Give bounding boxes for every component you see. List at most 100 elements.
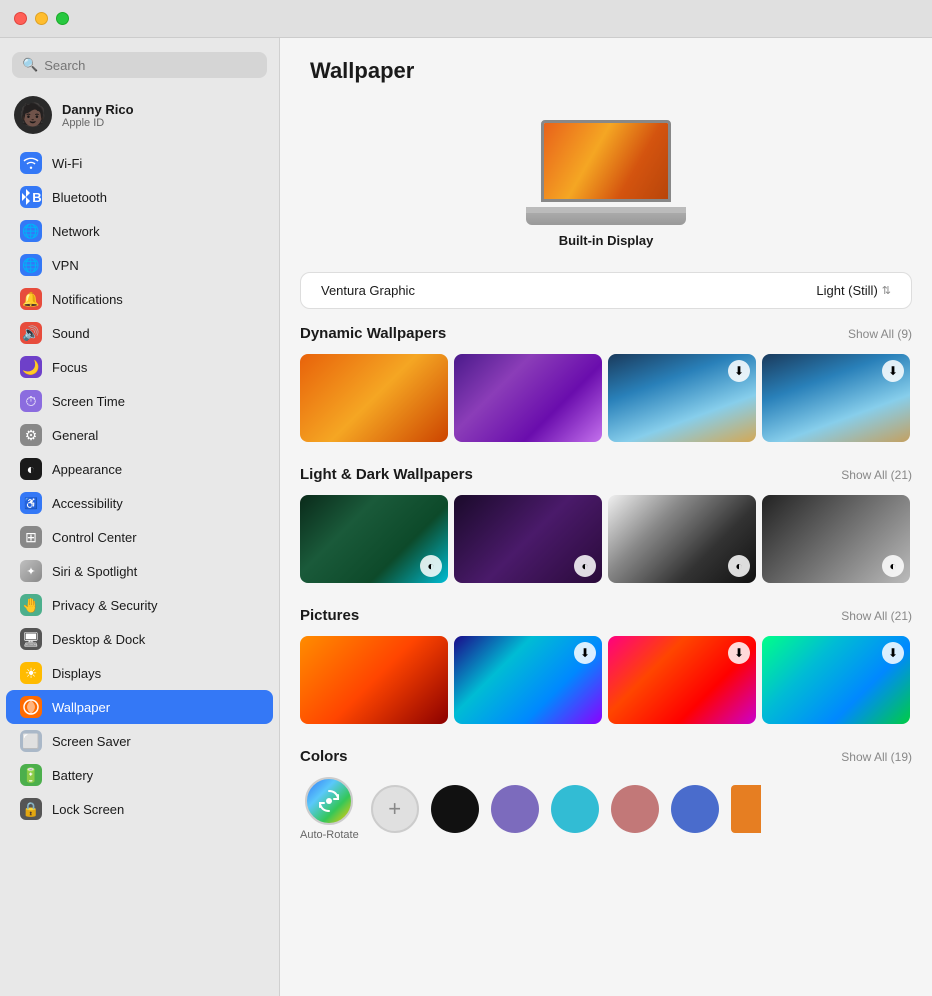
section-colors: Colors Show All (19) xyxy=(300,748,912,841)
wallpaper-mode-dropdown[interactable]: Light (Still) ⇅ xyxy=(816,283,891,298)
section-title-lightdark: Light & Dark Wallpapers xyxy=(300,466,473,483)
show-all-lightdark[interactable]: Show All (21) xyxy=(841,468,912,482)
accessibility-icon: ♿ xyxy=(20,492,42,514)
sidebar-label-privacy: Privacy & Security xyxy=(52,598,157,613)
wallpaper-thumb-lw2[interactable]: ◐ xyxy=(454,495,602,583)
wallpaper-thumb-pw2[interactable]: ⬇ xyxy=(454,636,602,724)
lockscreen-icon: 🔒 xyxy=(20,798,42,820)
privacy-icon: 🤚 xyxy=(20,594,42,616)
focus-icon: 🌙 xyxy=(20,356,42,378)
sidebar-item-focus[interactable]: 🌙 Focus xyxy=(6,350,273,384)
sidebar: 🔍 🧑🏿 Danny Rico Apple ID Wi-Fi xyxy=(0,38,280,996)
section-pictures: Pictures Show All (21) ⬇ ⬇ ⬇ xyxy=(300,607,912,724)
content-scroll[interactable]: Dynamic Wallpapers Show All (9) ⬇ ⬇ xyxy=(280,325,932,996)
laptop-screen xyxy=(541,120,671,202)
sidebar-item-siri[interactable]: ✦ Siri & Spotlight xyxy=(6,554,273,588)
wallpaper-thumb-lw1[interactable]: ◐ xyxy=(300,495,448,583)
mode-icon-lw1: ◐ xyxy=(420,555,442,577)
lightdark-wallpaper-grid: ◐ ◐ ◐ ◐ xyxy=(300,495,912,583)
sidebar-item-desktop[interactable]: 🖥 Desktop & Dock xyxy=(6,622,273,656)
user-profile[interactable]: 🧑🏿 Danny Rico Apple ID xyxy=(0,88,279,146)
sidebar-label-screensaver: Screen Saver xyxy=(52,734,131,749)
sidebar-item-bluetooth[interactable]: B Bluetooth xyxy=(6,180,273,214)
section-header-colors: Colors Show All (19) xyxy=(300,748,912,765)
sidebar-item-notifications[interactable]: 🔔 Notifications xyxy=(6,282,273,316)
color-swatch-purple[interactable] xyxy=(491,785,539,833)
sidebar-label-appearance: Appearance xyxy=(52,462,122,477)
sidebar-item-wifi[interactable]: Wi-Fi xyxy=(6,146,273,180)
chevron-up-down-icon: ⇅ xyxy=(882,284,891,297)
sidebar-label-sound: Sound xyxy=(52,326,90,341)
desktop-icon: 🖥 xyxy=(20,628,42,650)
wallpaper-thumb-pw4[interactable]: ⬇ xyxy=(762,636,910,724)
sidebar-label-controlcenter: Control Center xyxy=(52,530,137,545)
sidebar-item-network[interactable]: 🌐 Network xyxy=(6,214,273,248)
maximize-button[interactable] xyxy=(56,12,69,25)
pictures-wallpaper-grid: ⬇ ⬇ ⬇ xyxy=(300,636,912,724)
color-swatch-teal[interactable] xyxy=(551,785,599,833)
sidebar-item-appearance[interactable]: ◐ Appearance xyxy=(6,452,273,486)
section-header-dynamic: Dynamic Wallpapers Show All (9) xyxy=(300,325,912,342)
mode-icon-lw3: ◐ xyxy=(728,555,750,577)
sidebar-item-privacy[interactable]: 🤚 Privacy & Security xyxy=(6,588,273,622)
color-swatch-blue[interactable] xyxy=(671,785,719,833)
sidebar-item-wallpaper[interactable]: Wallpaper xyxy=(6,690,273,724)
user-name: Danny Rico xyxy=(62,102,134,117)
avatar: 🧑🏿 xyxy=(14,96,52,134)
screentime-icon: ⏱ xyxy=(20,390,42,412)
sidebar-item-vpn[interactable]: 🌐 VPN xyxy=(6,248,273,282)
siri-icon: ✦ xyxy=(20,560,42,582)
sidebar-label-general: General xyxy=(52,428,98,443)
wifi-icon xyxy=(20,152,42,174)
search-container: 🔍 xyxy=(0,48,279,88)
wallpaper-name: Ventura Graphic xyxy=(321,283,415,298)
controlcenter-icon: ⊞ xyxy=(20,526,42,548)
show-all-colors[interactable]: Show All (19) xyxy=(841,750,912,764)
auto-rotate-icon xyxy=(305,777,353,825)
show-all-dynamic[interactable]: Show All (9) xyxy=(848,327,912,341)
wallpaper-thumb-lw4[interactable]: ◐ xyxy=(762,495,910,583)
sidebar-item-battery[interactable]: 🔋 Battery xyxy=(6,758,273,792)
wallpaper-thumb-dw3[interactable]: ⬇ xyxy=(608,354,756,442)
color-add-button[interactable]: + xyxy=(371,785,419,833)
section-title-dynamic: Dynamic Wallpapers xyxy=(300,325,446,342)
color-auto-rotate[interactable]: Auto-Rotate xyxy=(300,777,359,841)
download-icon-pw3: ⬇ xyxy=(728,642,750,664)
color-swatch-rose[interactable] xyxy=(611,785,659,833)
download-icon-pw4: ⬇ xyxy=(882,642,904,664)
app-container: 🔍 🧑🏿 Danny Rico Apple ID Wi-Fi xyxy=(0,38,932,996)
wallpaper-thumb-dw4[interactable]: ⬇ xyxy=(762,354,910,442)
sidebar-label-siri: Siri & Spotlight xyxy=(52,564,137,579)
wallpaper-thumb-pw3[interactable]: ⬇ xyxy=(608,636,756,724)
close-button[interactable] xyxy=(14,12,27,25)
wallpaper-thumb-pw1[interactable] xyxy=(300,636,448,724)
sidebar-item-sound[interactable]: 🔊 Sound xyxy=(6,316,273,350)
screensaver-icon: ⬜ xyxy=(20,730,42,752)
wallpaper-mode-label: Light (Still) xyxy=(816,283,877,298)
wallpaper-thumb-dw1[interactable] xyxy=(300,354,448,442)
show-all-pictures[interactable]: Show All (21) xyxy=(841,609,912,623)
display-preview: Built-in Display xyxy=(310,100,902,272)
sidebar-item-accessibility[interactable]: ♿ Accessibility xyxy=(6,486,273,520)
wallpaper-thumb-lw3[interactable]: ◐ xyxy=(608,495,756,583)
search-box[interactable]: 🔍 xyxy=(12,52,267,78)
wallpaper-selector: Ventura Graphic Light (Still) ⇅ xyxy=(300,272,912,309)
general-icon: ⚙ xyxy=(20,424,42,446)
search-input[interactable] xyxy=(44,58,257,73)
sidebar-item-controlcenter[interactable]: ⊞ Control Center xyxy=(6,520,273,554)
sidebar-label-battery: Battery xyxy=(52,768,93,783)
color-swatch-black[interactable] xyxy=(431,785,479,833)
appearance-icon: ◐ xyxy=(20,458,42,480)
auto-rotate-label: Auto-Rotate xyxy=(300,829,359,841)
color-swatch-partial[interactable] xyxy=(731,785,761,833)
page-title: Wallpaper xyxy=(310,58,902,84)
sidebar-label-accessibility: Accessibility xyxy=(52,496,123,511)
sidebar-label-wifi: Wi-Fi xyxy=(52,156,82,171)
sidebar-item-screentime[interactable]: ⏱ Screen Time xyxy=(6,384,273,418)
minimize-button[interactable] xyxy=(35,12,48,25)
sidebar-item-displays[interactable]: ☀ Displays xyxy=(6,656,273,690)
sidebar-item-lockscreen[interactable]: 🔒 Lock Screen xyxy=(6,792,273,826)
sidebar-item-general[interactable]: ⚙ General xyxy=(6,418,273,452)
sidebar-item-screensaver[interactable]: ⬜ Screen Saver xyxy=(6,724,273,758)
wallpaper-thumb-dw2[interactable] xyxy=(454,354,602,442)
